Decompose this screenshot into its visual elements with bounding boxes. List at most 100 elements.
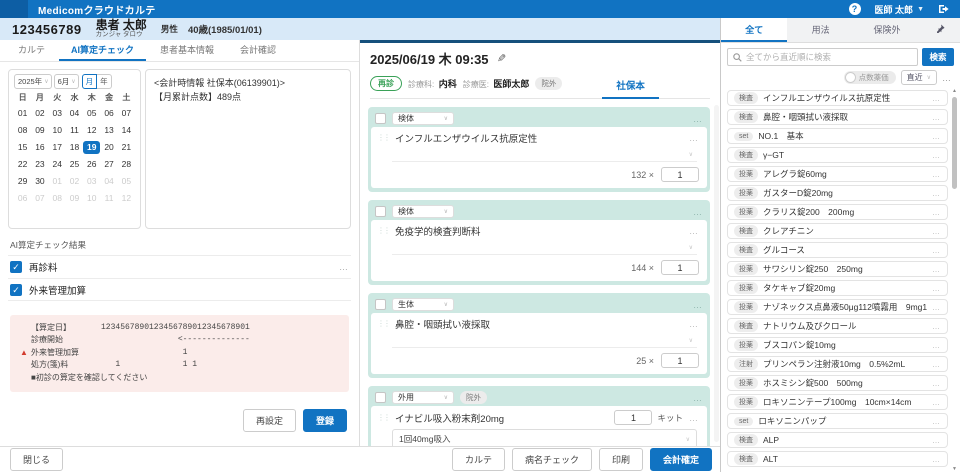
scroll-up-icon[interactable]: ▲: [951, 88, 958, 94]
more-menu-icon[interactable]: …: [932, 360, 941, 369]
calendar-day[interactable]: 30: [31, 175, 48, 188]
price-toggle[interactable]: 点数薬価: [844, 71, 896, 84]
master-item[interactable]: 投薬 サワシリン錠250 250mg …: [727, 261, 948, 277]
card-checkbox[interactable]: [375, 299, 386, 310]
calendar-day[interactable]: 10: [83, 192, 100, 205]
master-item[interactable]: 検査 グルコース …: [727, 242, 948, 258]
left-tab[interactable]: 患者基本情報: [148, 40, 226, 61]
more-menu-icon[interactable]: …: [339, 262, 349, 272]
billing-confirm-button[interactable]: 会計確定: [650, 448, 712, 471]
more-menu-icon[interactable]: …: [932, 113, 941, 122]
more-menu-icon[interactable]: …: [932, 132, 941, 141]
calendar-day[interactable]: 07: [31, 192, 48, 205]
more-menu-icon[interactable]: …: [932, 189, 941, 198]
calendar-day[interactable]: 24: [49, 158, 66, 171]
calendar-day[interactable]: 25: [66, 158, 83, 171]
search-button[interactable]: 検索: [922, 48, 954, 66]
qty-input[interactable]: 1: [661, 260, 699, 275]
category-select[interactable]: 検体∨: [392, 112, 454, 125]
master-item[interactable]: 検査 インフルエンザウイルス抗原定性 …: [727, 90, 948, 106]
calendar-day[interactable]: 03: [49, 107, 66, 120]
calendar-day[interactable]: 29: [14, 175, 31, 188]
insurance-tab[interactable]: 社保本: [602, 78, 659, 99]
qty-input[interactable]: 1: [661, 353, 699, 368]
menu-square[interactable]: [0, 0, 28, 18]
checkbox-checked-icon[interactable]: ✓: [10, 284, 22, 296]
calendar-day[interactable]: 11: [100, 192, 117, 205]
calendar-day[interactable]: 08: [49, 192, 66, 205]
master-item[interactable]: 検査 ALT …: [727, 451, 948, 467]
qty-input[interactable]: 1: [661, 167, 699, 182]
calendar-day[interactable]: 13: [100, 124, 117, 137]
calendar-day[interactable]: 05: [118, 175, 135, 188]
help-icon[interactable]: ?: [849, 3, 861, 15]
card-checkbox[interactable]: [375, 392, 386, 403]
tab-uninsured[interactable]: 保険外: [854, 18, 920, 42]
month-select[interactable]: 6月∨: [54, 74, 79, 89]
more-menu-icon[interactable]: …: [932, 436, 941, 445]
calendar-day[interactable]: 09: [66, 192, 83, 205]
more-menu-icon[interactable]: …: [932, 151, 941, 160]
print-button[interactable]: 印刷: [599, 448, 643, 471]
more-menu-icon[interactable]: …: [689, 319, 699, 329]
master-item[interactable]: 投薬 アレグラ錠60mg …: [727, 166, 948, 182]
calendar-day[interactable]: 21: [118, 141, 135, 154]
calendar-day[interactable]: 01: [14, 107, 31, 120]
calendar-day[interactable]: 16: [31, 141, 48, 154]
calendar-day[interactable]: 09: [31, 124, 48, 137]
calendar-day[interactable]: 23: [31, 158, 48, 171]
calendar-day[interactable]: 27: [100, 158, 117, 171]
calendar-day[interactable]: 20: [100, 141, 117, 154]
more-menu-icon[interactable]: …: [932, 455, 941, 464]
scrollbar[interactable]: ▲ ▼: [951, 88, 958, 472]
calendar-day[interactable]: 12: [83, 124, 100, 137]
left-tab[interactable]: カルテ: [6, 40, 57, 61]
tab-usage[interactable]: 用法: [787, 18, 853, 42]
more-menu-icon[interactable]: …: [932, 417, 941, 426]
master-item[interactable]: 注射 プリンペラン注射液10mg 0.5%2mL …: [727, 356, 948, 372]
reset-button[interactable]: 再設定: [243, 409, 296, 432]
logout-icon[interactable]: [938, 4, 950, 14]
register-button[interactable]: 登録: [303, 409, 347, 432]
drag-handle-icon[interactable]: ⋮⋮: [377, 414, 389, 422]
calendar-day[interactable]: 03: [83, 175, 100, 188]
mode-month[interactable]: 月: [82, 74, 98, 89]
category-select[interactable]: 生体∨: [392, 298, 454, 311]
more-menu-icon[interactable]: …: [932, 398, 941, 407]
more-menu-icon[interactable]: …: [932, 227, 941, 236]
more-menu-icon[interactable]: …: [932, 208, 941, 217]
more-menu-icon[interactable]: …: [693, 207, 703, 217]
calendar-day[interactable]: 15: [14, 141, 31, 154]
calendar-mode-toggle[interactable]: 月 年: [82, 74, 112, 89]
calendar-day[interactable]: 05: [83, 107, 100, 120]
master-item[interactable]: 検査 ALP …: [727, 432, 948, 448]
calendar-day[interactable]: 26: [83, 158, 100, 171]
more-menu-icon[interactable]: …: [693, 300, 703, 310]
more-menu-icon[interactable]: …: [689, 133, 699, 143]
master-item[interactable]: 投薬 ガスターD錠20mg …: [727, 185, 948, 201]
category-select[interactable]: 外用∨: [392, 391, 454, 404]
more-menu-icon[interactable]: …: [932, 284, 941, 293]
master-item[interactable]: 投薬 クラリス錠200 200mg …: [727, 204, 948, 220]
mode-year[interactable]: 年: [97, 74, 112, 89]
drag-handle-icon[interactable]: ⋮⋮: [377, 227, 389, 235]
master-item[interactable]: 投薬 ナゾネックス点鼻液50μg112噴霧用 9mg18g …: [727, 299, 948, 315]
master-item[interactable]: 投薬 タケキャブ錠20mg …: [727, 280, 948, 296]
master-item[interactable]: 検査 ナトリウム及びクロール …: [727, 318, 948, 334]
calendar-day[interactable]: 06: [100, 107, 117, 120]
tab-all[interactable]: 全て: [721, 18, 787, 42]
usage-select[interactable]: 1回40mg吸入 ∨: [392, 429, 697, 446]
year-select[interactable]: 2025年∨: [14, 74, 52, 89]
master-item[interactable]: 投薬 ブスコパン錠10mg …: [727, 337, 948, 353]
dose-qty-input[interactable]: 1: [614, 410, 652, 425]
scroll-thumb[interactable]: [952, 97, 957, 189]
karte-button[interactable]: カルテ: [452, 448, 505, 471]
more-menu-icon[interactable]: …: [693, 393, 703, 403]
calendar-day[interactable]: 04: [66, 107, 83, 120]
calendar-day[interactable]: 11: [66, 124, 83, 137]
master-item[interactable]: set ロキソニンパップ …: [727, 413, 948, 429]
checkbox-checked-icon[interactable]: ✓: [10, 261, 22, 273]
calendar-day[interactable]: 18: [66, 141, 83, 154]
left-tab[interactable]: AI算定チェック: [59, 40, 146, 61]
master-item[interactable]: 検査 γ−GT …: [727, 147, 948, 163]
